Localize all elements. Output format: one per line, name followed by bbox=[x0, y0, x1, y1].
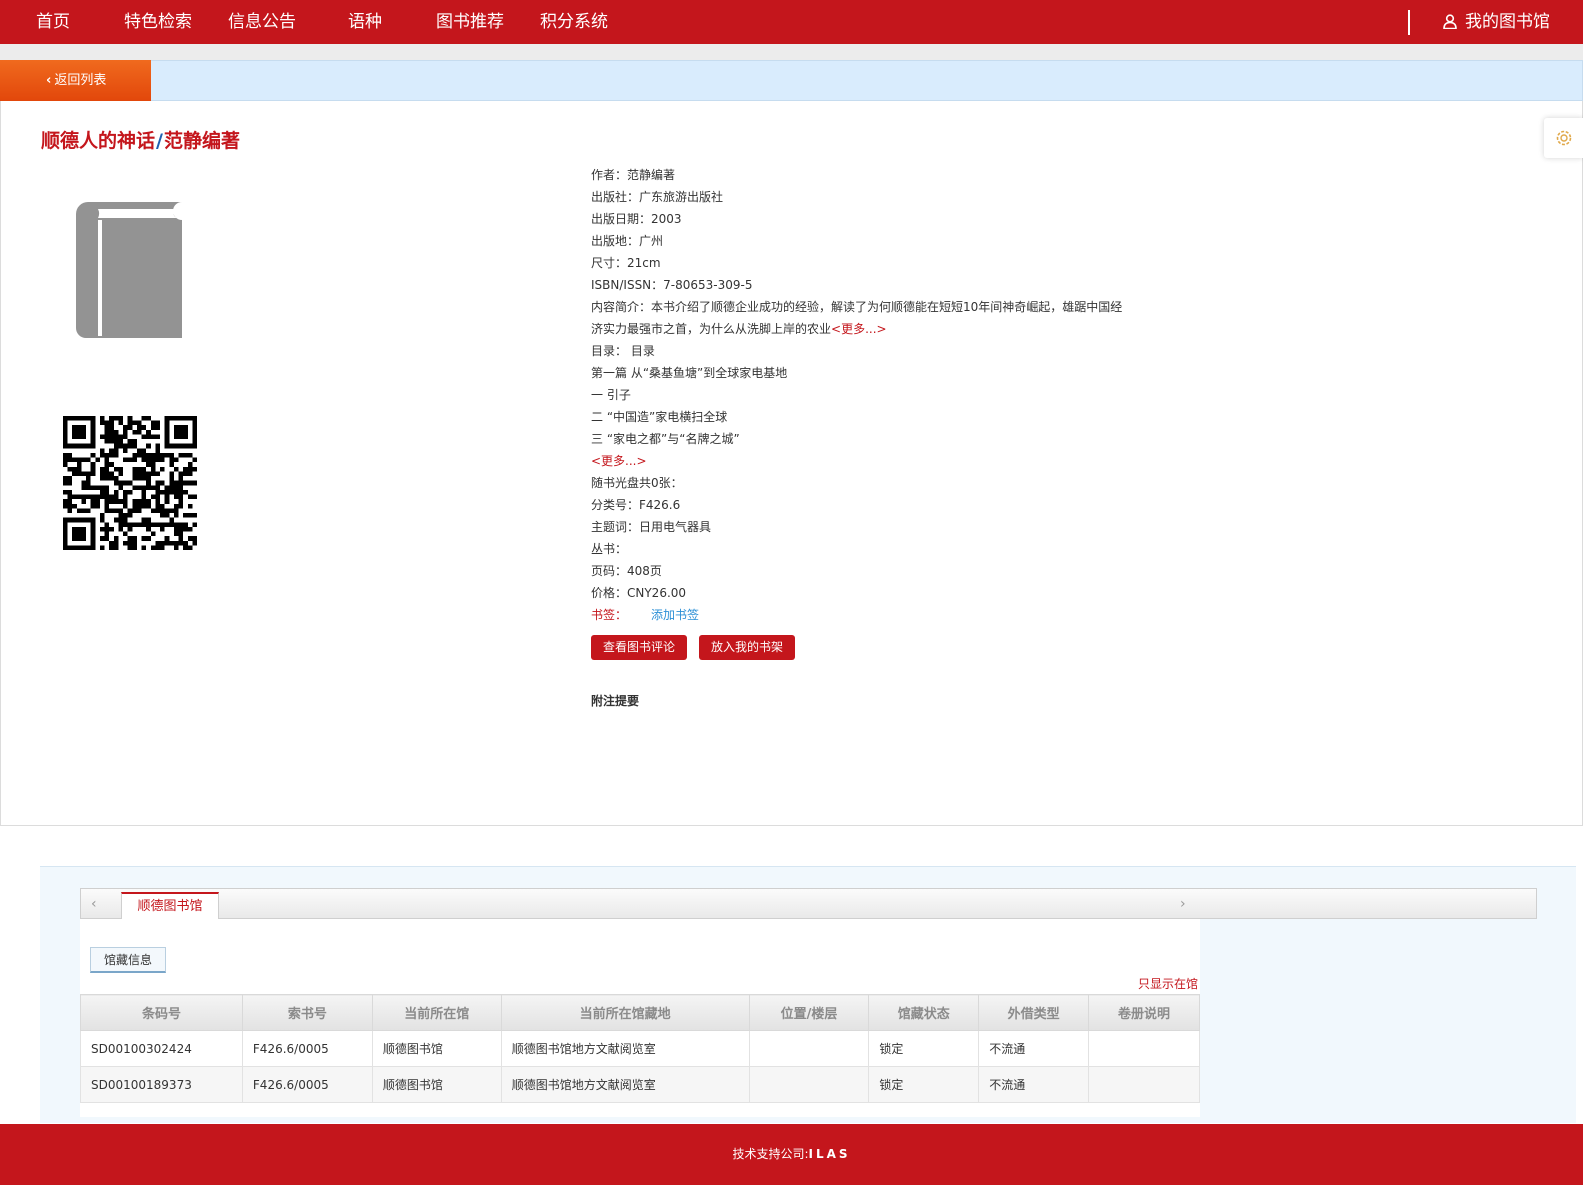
cell-volume-note bbox=[1088, 1030, 1200, 1067]
info-summary-line-1: 内容简介：本书介绍了顺德企业成功的经验，解读了为何顺德能在短短10年间神奇崛起，… bbox=[591, 300, 1123, 314]
info-pub-place: 出版地：广州 bbox=[591, 234, 664, 248]
toc-more-link[interactable]: <更多...> bbox=[591, 454, 647, 468]
nav-home[interactable]: 首页 bbox=[36, 11, 70, 33]
cell-status: 锁定 bbox=[868, 1030, 980, 1067]
info-bookmark: 书签： 添加书签 bbox=[591, 604, 1122, 626]
chevron-left-icon: ‹ bbox=[46, 73, 52, 88]
footer: 技术支持公司:ILAS bbox=[0, 1124, 1583, 1185]
cell-position-floor bbox=[748, 1066, 870, 1103]
col-status: 馆藏状态 bbox=[868, 994, 980, 1031]
table-header-row: 条码号 索书号 当前所在馆 当前所在馆藏地 位置/楼层 馆藏状态 外借类型 卷册… bbox=[80, 994, 1200, 1031]
cell-loan-type: 不流通 bbox=[978, 1030, 1090, 1067]
info-publisher: 出版社：广东旅游出版社 bbox=[591, 190, 724, 204]
top-nav-bar: 首页 特色检索 信息公告 语种 图书推荐 积分系统 我的图书馆 bbox=[0, 0, 1583, 44]
nav-divider bbox=[1408, 10, 1410, 35]
table-row: SD00100302424 F426.6/0005 顺德图书馆 顺德图书馆地方文… bbox=[80, 1030, 1200, 1067]
cell-status: 锁定 bbox=[868, 1066, 980, 1103]
cell-current-library: 顺德图书馆 bbox=[371, 1030, 502, 1067]
col-call-number: 索书号 bbox=[241, 994, 373, 1031]
arrow-left-icon[interactable]: ‹ bbox=[91, 896, 97, 912]
add-bookmark-link[interactable]: 添加书签 bbox=[651, 608, 699, 622]
summary-more-link[interactable]: <更多...> bbox=[831, 322, 887, 336]
col-position-floor: 位置/楼层 bbox=[748, 994, 870, 1031]
book-title-text: 顺德人的神话 bbox=[41, 130, 156, 152]
col-volume-note: 卷册说明 bbox=[1088, 994, 1200, 1031]
info-series: 丛书： bbox=[591, 542, 628, 556]
settings-button[interactable] bbox=[1544, 118, 1583, 158]
holdings-table: 条码号 索书号 当前所在馆 当前所在馆藏地 位置/楼层 馆藏状态 外借类型 卷册… bbox=[80, 994, 1200, 1103]
info-author: 作者：范静编著 bbox=[591, 168, 676, 182]
user-icon bbox=[1443, 14, 1457, 30]
nav-announcements[interactable]: 信息公告 bbox=[228, 11, 296, 33]
cell-loan-type: 不流通 bbox=[978, 1066, 1090, 1103]
info-subject: 主题词：日用电气器具 bbox=[591, 520, 712, 534]
info-toc-line-1: 第一篇 从“桑基鱼塘”到全球家电基地 bbox=[591, 366, 788, 380]
back-to-list-button[interactable]: ‹ 返回列表 bbox=[0, 60, 151, 101]
bookmark-label: 书签： bbox=[591, 608, 628, 622]
tab-shunde-library[interactable]: 顺德图书馆 bbox=[121, 892, 219, 920]
cell-barcode: SD00100189373 bbox=[80, 1066, 243, 1103]
info-toc-line-2: 一 引子 bbox=[591, 388, 631, 402]
info-disc: 随书光盘共0张： bbox=[591, 476, 683, 490]
footer-company: ILAS bbox=[808, 1147, 851, 1161]
header-spacer bbox=[0, 44, 1583, 60]
qr-code-icon bbox=[63, 416, 197, 550]
my-library-link[interactable]: 我的图书馆 bbox=[1443, 11, 1550, 33]
book-responsibility: 范静编著 bbox=[163, 130, 240, 152]
info-pages: 页码：408页 bbox=[591, 564, 662, 578]
info-toc-line-4: 三 “家电之都”与“名牌之城” bbox=[591, 432, 740, 446]
cell-call-number: F426.6/0005 bbox=[241, 1030, 373, 1067]
info-summary-line-2: 济实力最强市之首，为什么从洗脚上岸的农业<更多...> bbox=[591, 318, 1122, 340]
nav-languages[interactable]: 语种 bbox=[348, 11, 382, 33]
add-to-shelf-button[interactable]: 放入我的书架 bbox=[699, 635, 796, 660]
library-tab-strip: ‹ › bbox=[80, 888, 1537, 919]
col-loan-type: 外借类型 bbox=[978, 994, 1090, 1031]
info-summary-text: 济实力最强市之首，为什么从洗脚上岸的农业 bbox=[591, 322, 832, 336]
book-cover-icon bbox=[76, 202, 182, 338]
info-toc: 目录： 目录 bbox=[591, 344, 655, 358]
view-reviews-button[interactable]: 查看图书评论 bbox=[591, 635, 688, 660]
cell-position-floor bbox=[748, 1030, 870, 1067]
info-toc-line-3: 二 “中国造”家电横扫全球 bbox=[591, 410, 728, 424]
notes-heading: 附注提要 bbox=[591, 694, 640, 708]
cell-volume-note bbox=[1088, 1066, 1200, 1103]
info-isbn: ISBN/ISSN：7-80653-309-5 bbox=[591, 278, 753, 292]
cell-barcode: SD00100302424 bbox=[80, 1030, 243, 1067]
back-bar bbox=[0, 60, 1583, 101]
info-toc-more: <更多...> bbox=[591, 450, 1122, 472]
cell-call-number: F426.6/0005 bbox=[241, 1066, 373, 1103]
col-current-library: 当前所在馆 bbox=[371, 994, 502, 1031]
cell-current-library: 顺德图书馆 bbox=[371, 1066, 502, 1103]
info-size: 尺寸：21cm bbox=[591, 256, 661, 270]
info-price: 价格：CNY26.00 bbox=[591, 586, 687, 600]
cell-current-location: 顺德图书馆地方文献阅览室 bbox=[500, 1066, 750, 1103]
my-library-label: 我的图书馆 bbox=[1465, 12, 1550, 32]
info-classification: 分类号：F426.6 bbox=[591, 498, 681, 512]
book-title: 顺德人的神话/范静编著 bbox=[41, 126, 240, 153]
only-show-available-link[interactable]: 只显示在馆 bbox=[1138, 975, 1198, 992]
table-row: SD00100189373 F426.6/0005 顺德图书馆 顺德图书馆地方文… bbox=[80, 1066, 1200, 1103]
info-pub-date: 出版日期：2003 bbox=[591, 212, 682, 226]
arrow-right-icon[interactable]: › bbox=[1180, 896, 1186, 912]
col-current-location: 当前所在馆藏地 bbox=[500, 994, 750, 1031]
nav-special-search[interactable]: 特色检索 bbox=[124, 11, 192, 33]
footer-label: 技术支持公司: bbox=[732, 1147, 809, 1161]
nav-book-recommend[interactable]: 图书推荐 bbox=[436, 11, 504, 33]
col-barcode: 条码号 bbox=[80, 994, 243, 1031]
back-to-list-label: 返回列表 bbox=[54, 73, 107, 88]
gear-icon bbox=[1556, 130, 1572, 146]
title-slash: / bbox=[156, 130, 163, 152]
book-info: 作者：范静编著 出版社：广东旅游出版社 出版日期：2003 出版地：广州 尺寸：… bbox=[591, 164, 1122, 626]
tab-holdings-info[interactable]: 馆藏信息 bbox=[90, 947, 166, 973]
nav-points-system[interactable]: 积分系统 bbox=[540, 11, 608, 33]
cell-current-location: 顺德图书馆地方文献阅览室 bbox=[500, 1030, 750, 1067]
